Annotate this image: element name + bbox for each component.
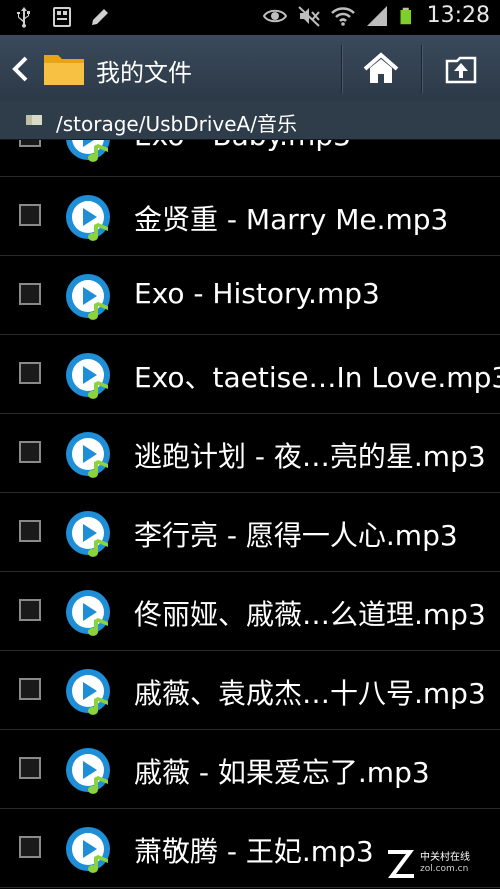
file-row[interactable]: Exo - History.mp3 [0,257,500,335]
file-row[interactable]: 李行亮 - 愿得一人心.mp3 [0,494,500,572]
file-checkbox[interactable] [19,836,41,858]
file-name: Exo - History.mp3 [134,277,380,310]
music-file-icon [66,274,110,320]
file-row[interactable]: Exo - Baby.mp3 [0,140,500,177]
file-checkbox[interactable] [19,140,41,147]
file-list: Exo - Baby.mp3 金贤重 - Marry Me.mp3 Exo - Hi… [0,140,500,889]
file-row[interactable]: 逃跑计划 - 夜…亮的星.mp3 [0,415,500,493]
zol-logo-icon [388,850,414,878]
music-file-icon [66,195,110,241]
watermark-line1: 中关村在线 [420,852,470,863]
file-checkbox[interactable] [19,678,41,700]
file-checkbox[interactable] [19,441,41,463]
current-path: /storage/UsbDriveA/音乐 [56,112,297,136]
music-file-icon [66,140,110,162]
music-file-icon [66,353,110,399]
status-time: 13:28 [426,3,490,28]
file-row[interactable]: 佟丽娅、戚薇…么道理.mp3 [0,573,500,651]
file-name: 萧敬腾 - 王妃.mp3 [134,835,374,868]
file-manager-screen: 13:28 我的文件 /storage/UsbDriveA/音乐 金贤重 - M… [0,0,500,889]
signal-icon [366,5,387,26]
mute-icon [297,5,320,27]
file-checkbox[interactable] [19,362,41,384]
watermark: 中关村在线 zol.com.cn [384,840,496,886]
action-bar: 我的文件 [0,35,500,102]
home-icon[interactable] [361,51,401,85]
wifi-icon [330,6,355,26]
watermark-line2: zol.com.cn [420,864,469,874]
file-name: Exo - Baby.mp3 [134,140,351,152]
music-file-icon [66,511,110,557]
status-bar: 13:28 [0,0,500,35]
page-title: 我的文件 [96,59,192,87]
file-row[interactable]: 金贤重 - Marry Me.mp3 [0,178,500,256]
music-file-icon [66,669,110,715]
file-name: 戚薇 - 如果爱忘了.mp3 [134,756,430,789]
file-checkbox[interactable] [19,204,41,226]
file-name: 金贤重 - Marry Me.mp3 [134,203,449,236]
file-checkbox[interactable] [19,520,41,542]
file-checkbox[interactable] [19,757,41,779]
usb-icon [17,7,30,28]
path-bar: /storage/UsbDriveA/音乐 [0,101,500,140]
storage-icon [53,7,71,27]
storage-device-icon [26,115,42,125]
eye-icon [262,9,287,22]
file-checkbox[interactable] [19,283,41,305]
file-row[interactable]: 戚薇 - 如果爱忘了.mp3 [0,731,500,809]
folder-up-icon[interactable] [441,51,481,85]
file-name: 佟丽娅、戚薇…么道理.mp3 [134,598,486,631]
music-file-icon [66,590,110,636]
edit-icon [92,9,108,25]
divider [421,45,423,93]
file-name: Exo、taetise…In Love.mp3 [134,361,500,394]
file-name: 李行亮 - 愿得一人心.mp3 [134,519,458,552]
music-file-icon [66,827,110,873]
file-name: 逃跑计划 - 夜…亮的星.mp3 [134,440,486,473]
music-file-icon [66,748,110,794]
file-row[interactable]: Exo、taetise…In Love.mp3 [0,336,500,414]
file-name: 戚薇、袁成杰…十八号.mp3 [134,677,486,710]
folder-icon[interactable] [42,49,86,87]
music-file-icon [66,432,110,478]
back-icon[interactable] [10,55,30,83]
battery-icon [400,7,411,24]
divider [341,45,343,93]
file-row[interactable]: 戚薇、袁成杰…十八号.mp3 [0,652,500,730]
file-checkbox[interactable] [19,599,41,621]
